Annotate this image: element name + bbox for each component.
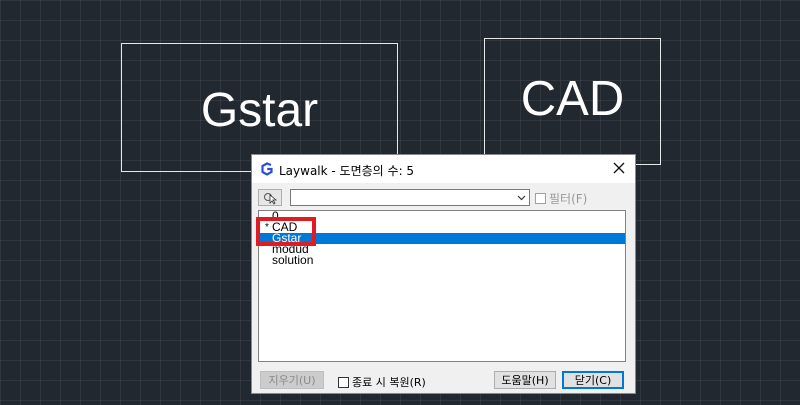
filter-option[interactable]: 필터(F) [535, 190, 587, 207]
layer-filter-combo[interactable] [290, 189, 530, 206]
dialog-footer: 지우기(U) 종료 시 복원(R) 도움말(H) 닫기(C) [258, 371, 630, 389]
select-objects-icon [264, 193, 278, 205]
gstar-app-icon [261, 162, 273, 176]
close-icon[interactable] [611, 160, 627, 176]
restore-label: 종료 시 복원(R) [352, 376, 426, 389]
dialog-title: Laywalk - 도면층의 수: 5 [279, 164, 415, 178]
list-item[interactable]: modud [259, 243, 625, 255]
restore-on-exit-option[interactable]: 종료 시 복원(R) [338, 374, 426, 390]
delete-button[interactable]: 지우기(U) [260, 371, 324, 389]
canvas-text-gstar[interactable]: Gstar [121, 43, 398, 172]
canvas-cad-label: CAD [520, 71, 625, 126]
select-objects-button[interactable] [258, 189, 282, 206]
list-item[interactable]: 0 [259, 211, 625, 222]
close-button[interactable]: 닫기(C) [562, 371, 624, 389]
list-item-selected[interactable]: Gstar [259, 232, 625, 244]
filter-label: 필터(F) [549, 192, 588, 206]
chevron-down-icon [517, 195, 526, 201]
canvas-text-cad[interactable]: CAD [484, 38, 661, 165]
filter-toolbar: 필터(F) [258, 189, 630, 207]
filter-checkbox[interactable] [535, 193, 546, 204]
laywalk-dialog: Laywalk - 도면층의 수: 5 필터(F) 0 * CAD Gstar … [251, 154, 636, 394]
list-item[interactable]: solution [259, 253, 625, 267]
help-button[interactable]: 도움말(H) [494, 371, 556, 389]
layer-list[interactable]: 0 * CAD Gstar modud solution [258, 210, 626, 362]
canvas-gstar-label: Gstar [200, 83, 319, 137]
dialog-titlebar[interactable]: Laywalk - 도면층의 수: 5 [252, 155, 635, 183]
list-item[interactable]: * CAD [259, 221, 625, 233]
layer-name: solution [272, 253, 314, 267]
restore-checkbox[interactable] [338, 376, 349, 388]
